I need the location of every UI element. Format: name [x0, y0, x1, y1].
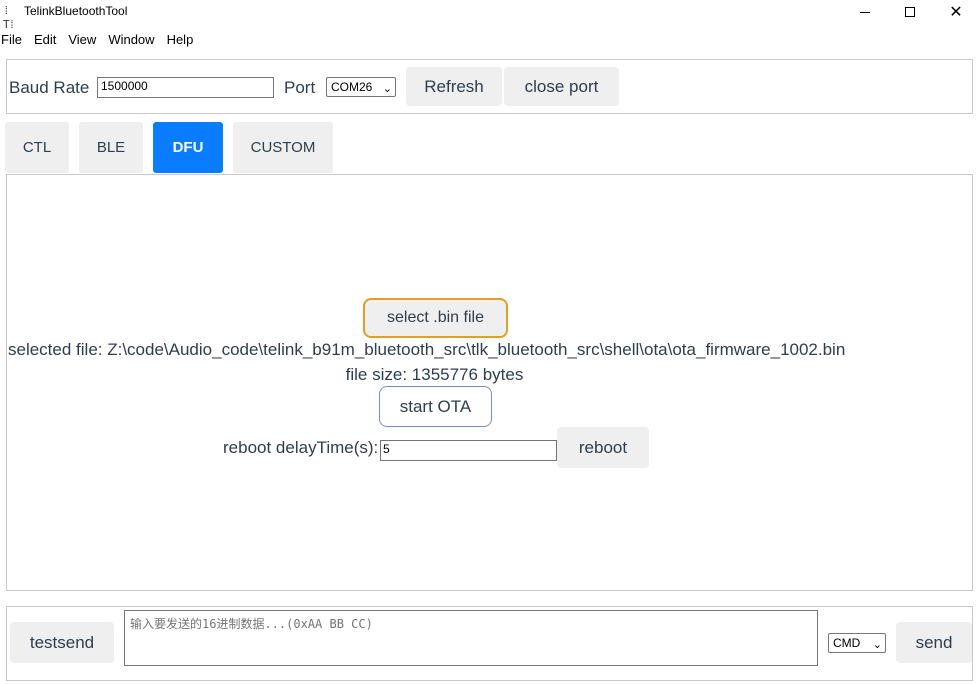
tab-ctl[interactable]: CTL: [5, 122, 69, 173]
send-panel: testsend 输入要发送的16进制数据...(0xAA BB CC) CMD…: [6, 606, 973, 681]
menu-window[interactable]: Window: [108, 30, 160, 50]
refresh-button[interactable]: Refresh: [406, 67, 502, 106]
tab-custom[interactable]: CUSTOM: [233, 122, 333, 173]
chevron-down-icon: ⌄: [382, 83, 392, 95]
start-ota-button[interactable]: start OTA: [379, 386, 492, 427]
testsend-button[interactable]: testsend: [10, 622, 114, 663]
port-label: Port: [284, 78, 316, 97]
close-port-button[interactable]: close port: [504, 67, 619, 106]
tab-ble[interactable]: BLE: [79, 122, 143, 173]
maximize-icon: [905, 7, 915, 17]
minimize-icon: [860, 11, 870, 13]
menu-help[interactable]: Help: [167, 30, 200, 50]
reboot-button[interactable]: reboot: [557, 427, 649, 468]
file-size-text: file size: 1355776 bytes: [345, 365, 524, 384]
dfu-panel: select .bin file selected file: Z:\code\…: [6, 174, 973, 591]
menu-edit[interactable]: Edit: [34, 30, 62, 50]
port-select[interactable]: COM26 ⌄: [326, 77, 396, 97]
title-bar: ⁞T⁞ TelinkBluetoothTool ✕: [0, 0, 976, 31]
chevron-down-icon: ⌄: [872, 639, 882, 651]
baud-rate-input[interactable]: 1500000: [97, 77, 274, 98]
app-logo-icon: ⁞T⁞: [3, 4, 15, 31]
cmd-select-value: CMD: [833, 636, 861, 650]
tab-dfu[interactable]: DFU: [153, 122, 223, 173]
selected-file-path: selected file: Z:\code\Audio_code\telink…: [8, 340, 846, 359]
close-window-button[interactable]: ✕: [933, 0, 976, 24]
reboot-delay-label: reboot delayTime(s):: [223, 438, 379, 457]
baud-rate-label: Baud Rate: [9, 78, 90, 97]
hex-data-input[interactable]: 输入要发送的16进制数据...(0xAA BB CC): [124, 610, 818, 666]
menu-view[interactable]: View: [68, 30, 102, 50]
menu-bar: File Edit View Window Help: [0, 30, 205, 50]
select-bin-file-button[interactable]: select .bin file: [363, 298, 508, 338]
window-title: TelinkBluetoothTool: [24, 4, 128, 18]
maximize-button[interactable]: [887, 0, 933, 24]
menu-file[interactable]: File: [0, 30, 28, 50]
close-icon: ✕: [949, 2, 963, 21]
reboot-delay-input[interactable]: 5: [380, 440, 557, 461]
cmd-select[interactable]: CMD ⌄: [828, 633, 886, 653]
send-button[interactable]: send: [896, 622, 972, 663]
port-select-value: COM26: [331, 80, 373, 94]
minimize-button[interactable]: [842, 0, 888, 24]
port-settings-panel: Baud Rate 1500000 Port COM26 ⌄ Refresh c…: [6, 59, 973, 114]
